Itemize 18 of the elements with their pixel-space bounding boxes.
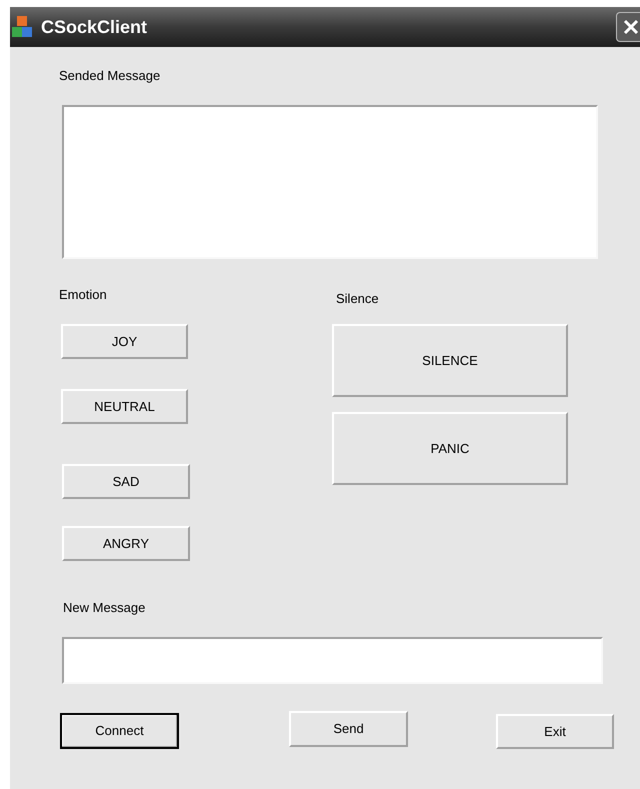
dialog-button[interactable]: Send (289, 711, 408, 747)
silence-button[interactable]: PANIC (332, 412, 568, 485)
dialog-button[interactable]: Connect (60, 713, 179, 749)
emotion-button[interactable]: SAD (62, 464, 190, 499)
emotion-button[interactable]: NEUTRAL (61, 389, 188, 424)
blocks-icon (11, 15, 33, 39)
silence-button[interactable]: SILENCE (332, 324, 568, 397)
field-label: New Message (63, 600, 146, 616)
group-label: Silence (336, 291, 380, 307)
close-button[interactable] (616, 12, 640, 42)
emotion-button[interactable]: JOY (61, 324, 188, 359)
window-title: CSockClient (41, 16, 148, 38)
dialog-button[interactable]: Exit (496, 714, 614, 749)
new-message-field[interactable] (62, 637, 603, 684)
group-label: Emotion (59, 287, 108, 303)
field-label: Sended Message (59, 68, 162, 84)
close-icon (622, 19, 638, 35)
emotion-button[interactable]: ANGRY (62, 526, 190, 561)
